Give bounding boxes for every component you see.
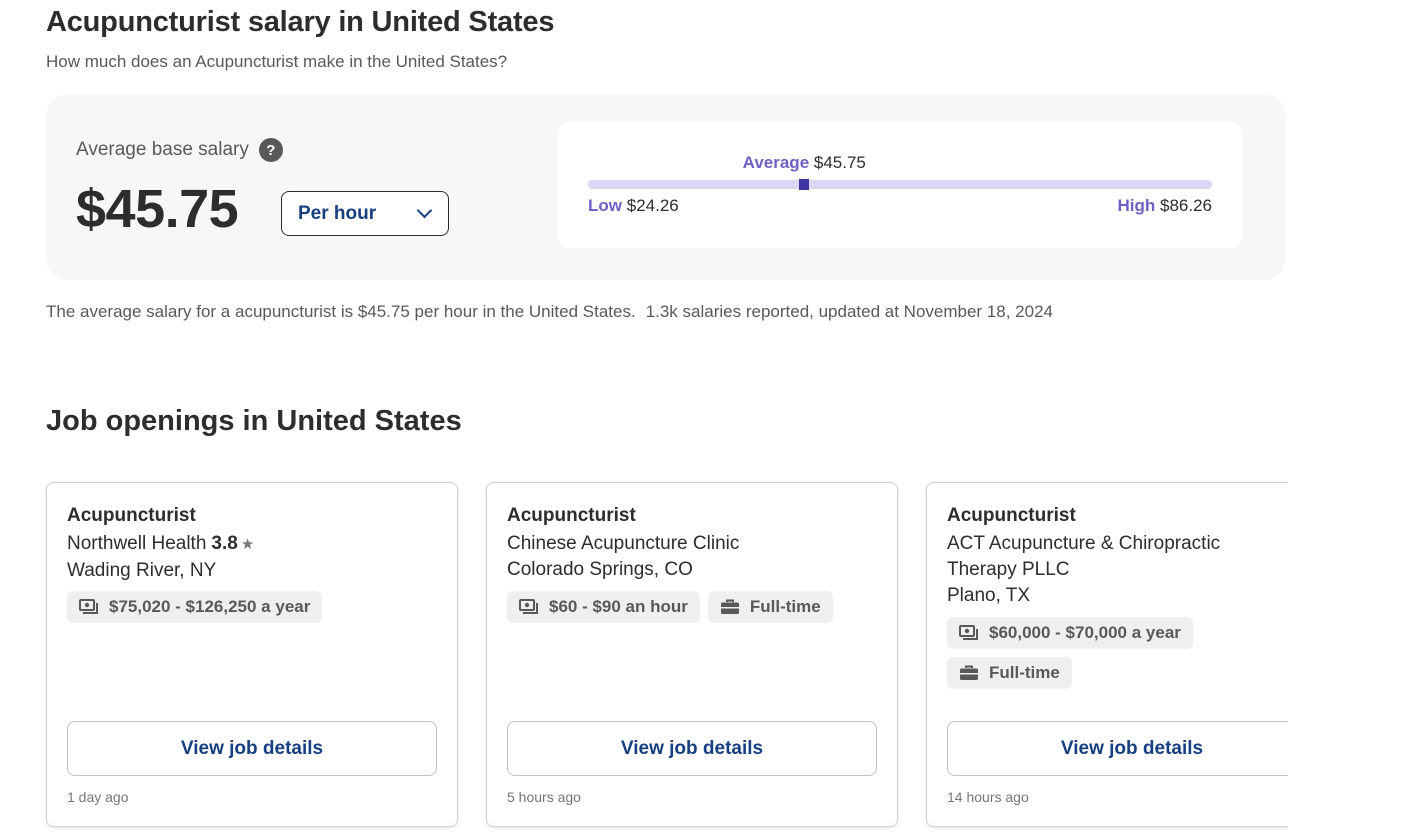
pay-tag: $60,000 - $70,000 a year xyxy=(947,617,1193,649)
pay-tag: $75,020 - $126,250 a year xyxy=(67,591,323,623)
page-subtitle: How much does an Acupuncturist make in t… xyxy=(46,52,508,71)
pay-period-selected: Per hour xyxy=(298,202,377,224)
company-name: ACT Acupuncture & Chiropractic Therapy P… xyxy=(947,533,1221,580)
salary-summary-panel: Average base salary ? $45.75 Per hour Av… xyxy=(46,94,1286,280)
job-tags: $75,020 - $126,250 a year xyxy=(67,591,447,623)
company-block: Northwell Health 3.8 ★ Wading River, NY xyxy=(67,531,407,584)
briefcase-icon xyxy=(959,665,979,681)
star-icon: ★ xyxy=(240,536,255,553)
range-average-value: $45.75 xyxy=(813,153,866,172)
job-cards-carousel: Acupuncturist Northwell Health 3.8 ★ Wadin… xyxy=(40,476,1288,840)
help-icon[interactable]: ? xyxy=(258,138,283,162)
page-title: Acupuncturist salary in United States xyxy=(46,6,555,38)
chevron-down-icon xyxy=(416,202,433,219)
money-icon xyxy=(519,599,539,615)
company-name: Northwell Health xyxy=(67,533,207,554)
company-name: Chinese Acupuncture Clinic xyxy=(507,533,740,554)
job-title: Acupuncturist xyxy=(947,505,1076,526)
job-type-text: Full-time xyxy=(989,663,1060,682)
job-card: Acupuncturist Chinese Acupuncture Clinic… xyxy=(486,482,898,827)
job-type-tag: Full-time xyxy=(707,591,833,623)
job-location: Wading River, NY xyxy=(67,560,217,581)
pay-text: $60,000 - $70,000 a year xyxy=(989,623,1181,642)
range-low-word: Low xyxy=(588,196,622,215)
job-title: Acupuncturist xyxy=(507,505,636,526)
range-high-label: High $86.26 xyxy=(1117,196,1212,216)
company-block: ACT Acupuncture & Chiropractic Therapy P… xyxy=(947,531,1267,609)
view-job-details-button[interactable]: View job details xyxy=(947,721,1288,776)
average-salary-label: Average base salary xyxy=(76,139,249,160)
pay-text: $60 - $90 an hour xyxy=(549,597,688,616)
job-card: Acupuncturist ACT Acupuncture & Chiropra… xyxy=(926,482,1288,827)
job-location: Plano, TX xyxy=(947,585,1031,606)
posted-time: 5 hours ago xyxy=(507,789,581,805)
job-tags: $60,000 - $70,000 a year Full-time xyxy=(947,617,1288,689)
posted-time: 14 hours ago xyxy=(947,789,1029,805)
job-type-text: Full-time xyxy=(749,597,821,616)
job-openings-title: Job openings in United States xyxy=(46,405,462,437)
job-title: Acupuncturist xyxy=(67,505,196,526)
average-marker xyxy=(799,179,810,190)
job-card: Acupuncturist Northwell Health 3.8 ★ Wadin… xyxy=(46,482,458,827)
pay-period-dropdown[interactable]: Per hour xyxy=(281,191,449,236)
salary-note-main: The average salary for a acupuncturist i… xyxy=(46,302,636,321)
range-low-value: $24.26 xyxy=(626,196,679,215)
job-location: Colorado Springs, CO xyxy=(507,559,693,580)
salary-note-meta: 1.3k salaries reported, updated at Novem… xyxy=(645,302,1053,321)
view-job-details-button[interactable]: View job details xyxy=(507,721,877,776)
briefcase-icon xyxy=(720,599,740,615)
job-tags: $60 - $90 an hour Full-time xyxy=(507,591,887,623)
average-salary-label-row: Average base salary ? xyxy=(76,138,283,162)
salary-range-card: Average $45.75 Low $24.26 High $86.26 xyxy=(558,122,1242,248)
range-high-word: High xyxy=(1117,196,1156,215)
money-icon xyxy=(79,599,99,615)
range-average-word: Average xyxy=(742,153,810,172)
average-salary-value: $45.75 xyxy=(76,179,239,239)
pay-text: $75,020 - $126,250 a year xyxy=(109,597,311,616)
pay-tag: $60 - $90 an hour xyxy=(507,591,700,623)
posted-time: 1 day ago xyxy=(67,789,129,805)
view-job-details-button[interactable]: View job details xyxy=(67,721,437,776)
job-type-tag: Full-time xyxy=(947,657,1072,689)
range-average-label: Average $45.75 xyxy=(743,153,866,173)
range-high-value: $86.26 xyxy=(1160,196,1212,215)
salary-note: The average salary for a acupuncturist i… xyxy=(46,302,1053,322)
range-low-label: Low $24.26 xyxy=(588,196,679,216)
company-line: Northwell Health 3.8 ★ xyxy=(67,531,407,558)
money-icon xyxy=(959,625,979,641)
salary-range-bar xyxy=(588,180,1212,189)
company-block: Chinese Acupuncture Clinic Colorado Spri… xyxy=(507,531,847,583)
company-rating: 3.8 xyxy=(211,533,238,554)
